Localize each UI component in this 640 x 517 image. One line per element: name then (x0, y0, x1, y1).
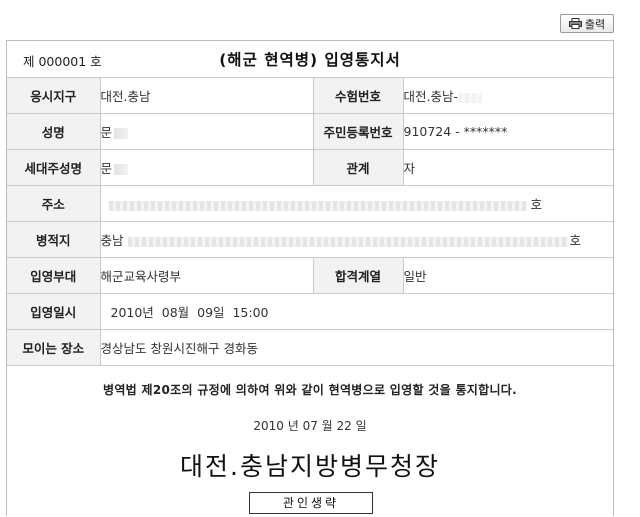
document-header: 제 000001 호 (해군 현역병) 입영통지서 (7, 41, 613, 78)
exam-region-label: 응시지구 (7, 78, 101, 114)
table-row: 병적지 충남 호 (7, 221, 613, 258)
relation-value: 자 (402, 149, 613, 186)
address-label: 주소 (7, 185, 101, 222)
exam-region-value: 대전.충남 (99, 78, 314, 114)
exam-number-value: 대전.충남- (403, 89, 458, 104)
document-title: (해군 현역병) 입영통지서 (219, 51, 401, 69)
notice-text: 병역법 제20조의 규정에 의하여 위와 같이 현역병으로 입영할 것을 통지합… (103, 383, 517, 397)
address-value: 호 (530, 197, 543, 212)
resident-number-value: 910724 - ******* (402, 113, 613, 150)
redacted-mark (127, 236, 568, 247)
notice-section: 병역법 제20조의 규정에 의하여 위와 같이 현역병으로 입영할 것을 통지합… (7, 359, 613, 517)
enlist-unit-label: 입영부대 (7, 257, 101, 294)
resident-number-label: 주민등록번호 (312, 113, 404, 150)
redacted-mark (457, 92, 482, 103)
registry-value-tail: 호 (569, 233, 582, 248)
name-cell: 문 (99, 113, 314, 150)
notice-date: 2010 년 07 월 22 일 (253, 419, 367, 433)
enlist-datetime-value: 2010년 08월 09일 15:00 (99, 293, 613, 330)
householder-label: 세대주성명 (7, 149, 101, 186)
table-row: 세대주성명 문 관계 자 (7, 149, 613, 186)
enlist-unit-value: 해군교육사령부 (99, 257, 314, 294)
info-table: 응시지구 대전.충남 수험번호 대전.충남- 성명 문 주민등록번호 91072… (7, 78, 613, 366)
table-row: 입영부대 해군교육사령부 합격계열 일반 (7, 257, 613, 294)
table-row: 입영일시 2010년 08월 09일 15:00 (7, 293, 613, 330)
exam-number-label: 수험번호 (312, 78, 404, 114)
pass-category-value: 일반 (402, 257, 613, 294)
exam-number-cell: 대전.충남- (402, 78, 613, 114)
redacted-mark (114, 128, 129, 139)
registry-value: 충남 (100, 233, 124, 248)
householder-value: 문 (100, 161, 113, 176)
seal-omitted-box: 관인생략 (249, 492, 373, 514)
address-cell: 호 (99, 185, 613, 222)
print-label: 출력 (584, 18, 606, 31)
print-button[interactable]: 출력 (560, 14, 614, 33)
redacted-mark (114, 164, 129, 175)
pass-category-label: 합격계열 (312, 257, 404, 294)
registry-label: 병적지 (7, 221, 101, 258)
issuer-name: 대전.충남지방병무청장 (180, 452, 440, 481)
householder-cell: 문 (99, 149, 314, 186)
table-row: 응시지구 대전.충남 수험번호 대전.충남- (7, 78, 613, 114)
printer-icon (568, 18, 582, 29)
name-value: 문 (100, 125, 113, 140)
name-label: 성명 (7, 113, 101, 150)
table-row: 주소 호 (7, 185, 613, 222)
relation-label: 관계 (312, 149, 404, 186)
enlist-datetime-label: 입영일시 (7, 293, 101, 330)
notice-document: 제 000001 호 (해군 현역병) 입영통지서 응시지구 대전.충남 수험번… (6, 40, 614, 516)
table-row: 성명 문 주민등록번호 910724 - ******* (7, 113, 613, 150)
registry-cell: 충남 호 (99, 221, 613, 258)
redacted-mark (108, 200, 527, 211)
